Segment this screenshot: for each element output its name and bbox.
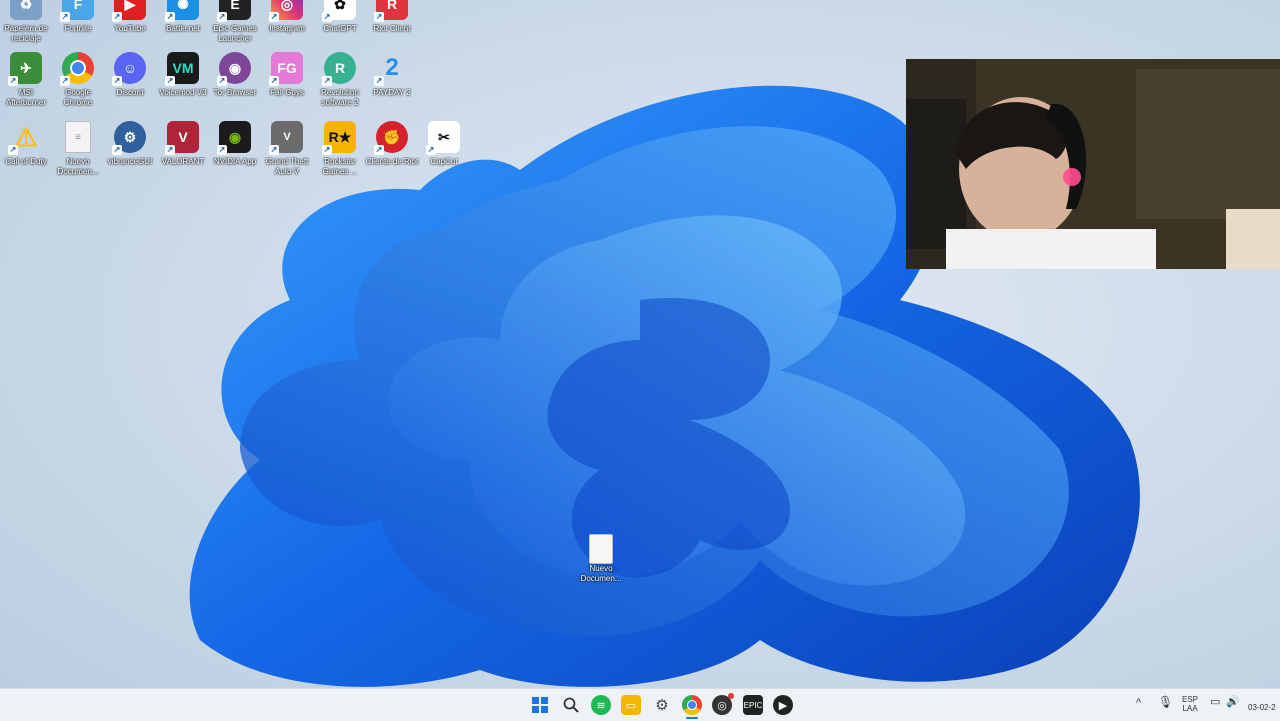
desktop-icon-capcut[interactable]: ✂ ↗ CapCut [418, 121, 470, 167]
riot-fist-icon: ✊ ↗ [374, 121, 408, 155]
revolution-icon: R ↗ [322, 52, 356, 86]
webcam-overlay [906, 59, 1280, 269]
desktop-icon-nuevo-documento[interactable]: ≡ Nuevo Documen... [52, 121, 104, 177]
language-code: ESP [1181, 695, 1198, 704]
desktop-icon-instagram[interactable]: ◎ ↗ Instagram [261, 0, 313, 34]
search-button[interactable] [561, 695, 581, 715]
desktop-icon-battlenet[interactable]: ✺ ↗ Battle.net [157, 0, 209, 34]
notification-dot [728, 693, 734, 699]
tor-icon: ◉ ↗ [217, 52, 251, 86]
microphone-icon[interactable]: 🎙 [1158, 696, 1173, 708]
gta-icon: V ↗ [269, 121, 303, 155]
desktop-icon-recycle-bin[interactable]: ♻ Papelera de reciclaje [0, 0, 52, 44]
clock[interactable]: 03-02-2 [1248, 703, 1280, 712]
taskbar-media-player[interactable]: ▶ [773, 695, 793, 715]
chevron-up-icon: ^ [1136, 697, 1142, 709]
capcut-icon: ✂ ↗ [426, 121, 460, 155]
taskbar-epic-games[interactable]: EPIC [743, 695, 763, 715]
desktop-icon-revolution[interactable]: R ↗ Revolution software 2 [314, 52, 366, 108]
desktop-icon-gta-v[interactable]: V ↗ Grand Theft Auto V [261, 121, 313, 177]
recycle-bin-icon: ♻ [10, 0, 42, 20]
document-icon: ≡ [65, 121, 91, 153]
voicemod-icon: VM ↗ [165, 52, 199, 86]
desktop-icon-payday-2[interactable]: 2 ↗ PAYDAY 2 [366, 52, 418, 98]
fortnite-icon: F ↗ [60, 0, 94, 22]
taskbar: ≋ ▭ ⚙ ◎ EPIC ▶ ^ 🎙 ESP LAA ▭ 🔊 03-02-2 [0, 688, 1280, 721]
show-hidden-icons-button[interactable]: ^ [1136, 697, 1142, 709]
keyboard-layout: LAA [1182, 704, 1198, 713]
network-icon[interactable]: ▭ [1210, 697, 1220, 708]
desktop-file-nuevo-documento[interactable]: Nuevo Documen... [578, 534, 624, 584]
search-icon [563, 697, 579, 713]
desktop-icon-rockstar-games[interactable]: R★ ↗ Rockstar Games ... [314, 121, 366, 177]
date-text: 03-02-2 [1248, 703, 1276, 712]
desktop-icon-voicemod[interactable]: VM ↗ Voicemod V3 [157, 52, 209, 98]
desktop-icon-fall-guys[interactable]: FG ↗ Fall Guys [261, 52, 313, 98]
epic-games-icon: E ↗ [217, 0, 251, 22]
chrome-icon: ↗ [60, 52, 94, 86]
gear-icon: ⚙ ↗ [112, 121, 146, 155]
play-icon: ▶ [778, 699, 788, 712]
taskbar-settings[interactable]: ⚙ [652, 695, 672, 715]
desktop-icon-discord[interactable]: ☺ ↗ Discord [104, 52, 156, 98]
taskbar-spotify[interactable]: ≋ [591, 695, 611, 715]
webcam-feed [906, 59, 1280, 269]
nvidia-icon: ◉ ↗ [217, 121, 251, 155]
obs-icon: ◎ [717, 699, 727, 712]
youtube-icon: ▶ ↗ [112, 0, 146, 22]
epic-games-icon: EPIC [743, 700, 763, 710]
desktop-icon-call-of-duty[interactable]: ⚠ ↗ Call of Duty [0, 121, 52, 167]
valorant-icon: V ↗ [165, 121, 199, 155]
windows-icon [532, 697, 548, 713]
start-button[interactable] [530, 695, 550, 715]
rockstar-icon: R★ ↗ [322, 121, 356, 155]
desktop-icon-vibrancegui[interactable]: ⚙ ↗ vibranceGUI [104, 121, 156, 167]
payday-icon: 2 ↗ [374, 54, 399, 86]
taskbar-file-explorer[interactable]: ▭ [621, 695, 641, 715]
desktop-icon-fortnite[interactable]: F ↗ Fortnite [52, 0, 104, 34]
desktop-icon-tor-browser[interactable]: ◉ ↗ Tor Browser [209, 52, 261, 98]
desktop-icon-nvidia-app[interactable]: ◉ ↗ NVIDIA App [209, 121, 261, 167]
battlenet-icon: ✺ ↗ [165, 0, 199, 22]
spotify-icon: ≋ [596, 699, 606, 712]
desktop-icon-valorant[interactable]: V ↗ VALORANT [157, 121, 209, 167]
desktop-icon-google-chrome[interactable]: ↗ Google Chrome [52, 52, 104, 108]
msi-afterburner-icon: ✈ ↗ [8, 52, 42, 86]
volume-icon[interactable]: 🔊 [1226, 697, 1240, 708]
gear-icon: ⚙ [655, 697, 669, 714]
chrome-icon [687, 700, 697, 710]
taskbar-obs[interactable]: ◎ [712, 693, 734, 715]
chatgpt-icon: ✿ ↗ [322, 0, 356, 22]
fall-guys-icon: FG ↗ [269, 52, 303, 86]
document-icon [589, 534, 613, 564]
instagram-icon: ◎ ↗ [269, 0, 303, 22]
folder-icon: ▭ [625, 699, 637, 712]
warning-icon: ⚠ ↗ [8, 121, 38, 155]
desktop-icon-youtube[interactable]: ▶ ↗ YouTube [104, 0, 156, 34]
active-app-indicator [686, 717, 698, 719]
desktop-icon-grid: ♻ Papelera de reciclaje F ↗ Fortnite ▶ ↗ Y… [0, 0, 470, 180]
language-indicator[interactable]: ESP LAA [1180, 695, 1200, 713]
desktop-icon-epic-games[interactable]: E ↗ Epic Games Launcher [209, 0, 261, 44]
riot-icon: R ↗ [374, 0, 408, 22]
discord-icon: ☺ ↗ [112, 52, 146, 86]
desktop-icon-msi-afterburner[interactable]: ✈ ↗ MSI Afterburner [0, 52, 52, 108]
desktop-icon-cliente-de-riot[interactable]: ✊ ↗ Cliente de Riot [366, 121, 418, 167]
desktop-icon-chatgpt[interactable]: ✿ ↗ ChatGPT [314, 0, 366, 34]
desktop-icon-riot-client[interactable]: R ↗ Riot Client [366, 0, 418, 34]
taskbar-chrome[interactable] [682, 695, 702, 715]
